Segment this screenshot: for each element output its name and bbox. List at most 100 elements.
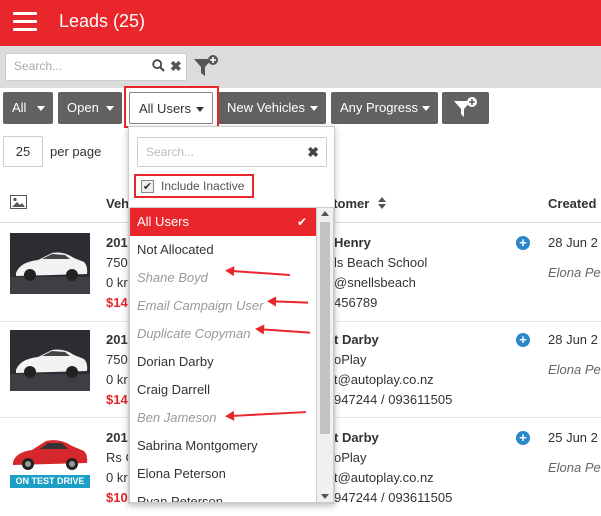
status-filter-label: All [12,100,27,115]
filter-toolbar: All Open All Users New Vehicles Any Prog… [0,88,601,130]
vehicle-model: 750 [106,255,128,270]
include-inactive-checkbox[interactable]: ✔ [141,180,154,193]
user-option[interactable]: All Users ✔ [130,208,316,236]
user-option-label: Email Campaign User [137,298,264,313]
customer-company: oPlay [334,450,367,465]
user-option[interactable]: Email Campaign User [130,292,316,320]
vehicle-km: 0 kr [106,470,128,485]
add-filter-icon[interactable] [193,54,221,80]
test-drive-badge: ON TEST DRIVE [10,475,90,488]
user-options-list: All Users ✔ Not Allocated Shane Boyd Email C… [129,207,316,503]
vehicle-price: $14 [106,295,128,310]
vehicle-km: 0 kr [106,372,128,387]
user-option[interactable]: Duplicate Copyman [130,320,316,348]
chevron-down-icon [422,106,430,111]
user-filter-menu: ✖ ✔ Include Inactive All Users ✔ Not Alloc… [128,126,335,504]
sort-icon[interactable] [377,197,387,209]
clear-search-icon[interactable]: ✖ [307,144,319,161]
vehicle-km: 0 kr [106,275,128,290]
vehicle-year: 201 [106,332,128,347]
customer-column-header[interactable]: stomer [326,196,387,211]
chevron-down-icon [310,106,318,111]
user-option[interactable]: Ryan Peterson [130,488,316,503]
customer-name[interactable]: t Darby [334,332,379,347]
scroll-down-icon[interactable] [321,494,329,499]
customer-company: oPlay [334,352,367,367]
customer-company: ls Beach School [334,255,428,270]
user-option[interactable]: Craig Darrell [130,376,316,404]
customer-name[interactable]: t Darby [334,430,379,445]
menu-icon[interactable] [13,12,37,32]
created-by: Elona Pet [548,265,601,280]
user-option[interactable]: Shane Boyd [130,264,316,292]
state-filter-dropdown[interactable]: Open [58,92,122,124]
add-icon[interactable]: + [516,236,530,250]
user-option-label: Ryan Peterson [137,494,223,503]
per-page-label: per page [50,144,102,159]
vehicles-filter-dropdown[interactable]: New Vehicles [218,92,326,124]
annotation-highlight [124,86,219,128]
created-by: Elona Pet [548,362,601,377]
app-header: Leads (25) [0,0,601,46]
user-option-label: Not Allocated [137,242,214,257]
checkmark-icon: ✔ [296,215,307,229]
vehicle-price: $10 [106,490,128,505]
page-title: Leads (25) [59,11,146,31]
user-option[interactable]: Sabrina Montgomery [130,432,316,460]
created-column-header[interactable]: Created [548,196,596,211]
add-icon[interactable]: + [516,431,530,445]
vehicles-filter-label: New Vehicles [227,100,306,115]
customer-phone: 947244 / 093611505 [334,392,453,407]
user-option-label: Sabrina Montgomery [137,438,258,453]
add-filter-icon [454,97,477,117]
vehicle-year: 201 [106,235,128,250]
progress-filter-dropdown[interactable]: Any Progress [331,92,438,124]
user-option-label: Duplicate Copyman [137,326,251,341]
created-by: Elona Pet [548,460,601,475]
vehicle-model: 750 [106,352,128,367]
state-filter-label: Open [67,100,99,115]
user-option[interactable]: Dorian Darby [130,348,316,376]
user-option[interactable]: Elona Peterson [130,460,316,488]
scrollbar[interactable] [316,207,334,503]
progress-filter-label: Any Progress [340,100,419,115]
user-option-label: Ben Jameson [137,410,217,425]
customer-name[interactable]: Henry [334,235,371,250]
search-input[interactable] [14,59,149,73]
scroll-up-icon[interactable] [321,211,329,216]
add-icon[interactable]: + [516,333,530,347]
vehicle-thumbnail[interactable] [10,233,90,294]
chevron-down-icon [106,106,114,111]
customer-email: t@autoplay.co.nz [334,470,434,485]
user-option-label: Dorian Darby [137,354,214,369]
vehicle-thumbnail[interactable] [10,330,90,391]
vehicle-price: $14 [106,392,128,407]
customer-email: t@autoplay.co.nz [334,372,434,387]
search-bar: ✖ [0,46,601,88]
vehicle-thumbnail[interactable]: ON TEST DRIVE [10,426,90,488]
advanced-filter-button[interactable] [442,92,489,124]
per-page-input[interactable]: 25 [3,136,43,167]
clear-search-icon[interactable]: ✖ [170,58,182,75]
include-inactive-toggle[interactable]: ✔ Include Inactive [134,174,254,198]
scrollbar-thumb[interactable] [320,222,330,434]
chevron-down-icon [37,106,45,111]
created-date: 25 Jun 2 [548,430,598,445]
vehicle-year: 201 [106,430,128,445]
status-filter-dropdown[interactable]: All [3,92,53,124]
user-search-input[interactable] [146,145,296,159]
user-option-label: All Users [137,214,190,229]
created-date: 28 Jun 2 [548,332,598,347]
user-option-label: Shane Boyd [137,270,208,285]
user-option-label: Craig Darrell [137,382,210,397]
search-field[interactable]: ✖ [5,53,187,81]
user-option[interactable]: Not Allocated [130,236,316,264]
customer-email: @snellsbeach [334,275,416,290]
user-option[interactable]: Ben Jameson [130,404,316,432]
customer-phone: 947244 / 093611505 [334,490,453,505]
user-option-label: Elona Peterson [137,466,226,481]
search-icon[interactable] [152,59,165,75]
user-search-field[interactable]: ✖ [137,137,327,167]
created-date: 28 Jun 2 [548,235,598,250]
image-icon [10,195,27,209]
